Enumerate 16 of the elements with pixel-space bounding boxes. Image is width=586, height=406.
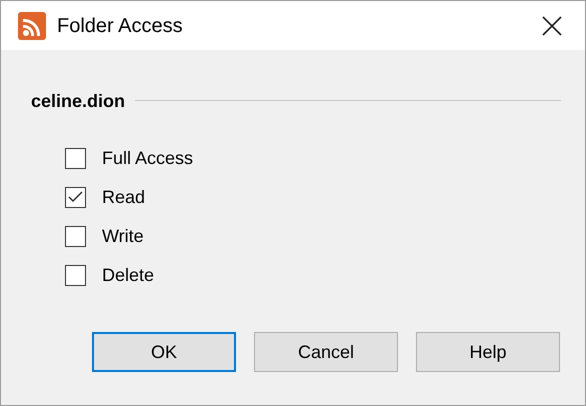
dialog-button[interactable]: Help — [416, 332, 560, 372]
dialog-button[interactable]: OK — [92, 332, 236, 372]
permission-checkbox[interactable]: Write — [65, 225, 144, 247]
checkbox[interactable] — [65, 148, 86, 168]
checkbox[interactable] — [65, 186, 86, 208]
permission-checkbox[interactable]: Read — [65, 186, 146, 208]
checkbox[interactable] — [65, 226, 86, 246]
app-logo-icon — [18, 12, 46, 40]
permission-checkbox[interactable]: Full Access — [65, 147, 194, 169]
permission-checkbox[interactable]: Delete — [65, 264, 154, 286]
group-title: celine.dion — [31, 92, 126, 110]
close-icon — [542, 16, 562, 36]
dialog-button[interactable]: Cancel — [254, 332, 398, 372]
window-title: Folder Access — [57, 14, 183, 38]
checkbox[interactable] — [65, 264, 86, 286]
check-icon — [68, 191, 83, 203]
